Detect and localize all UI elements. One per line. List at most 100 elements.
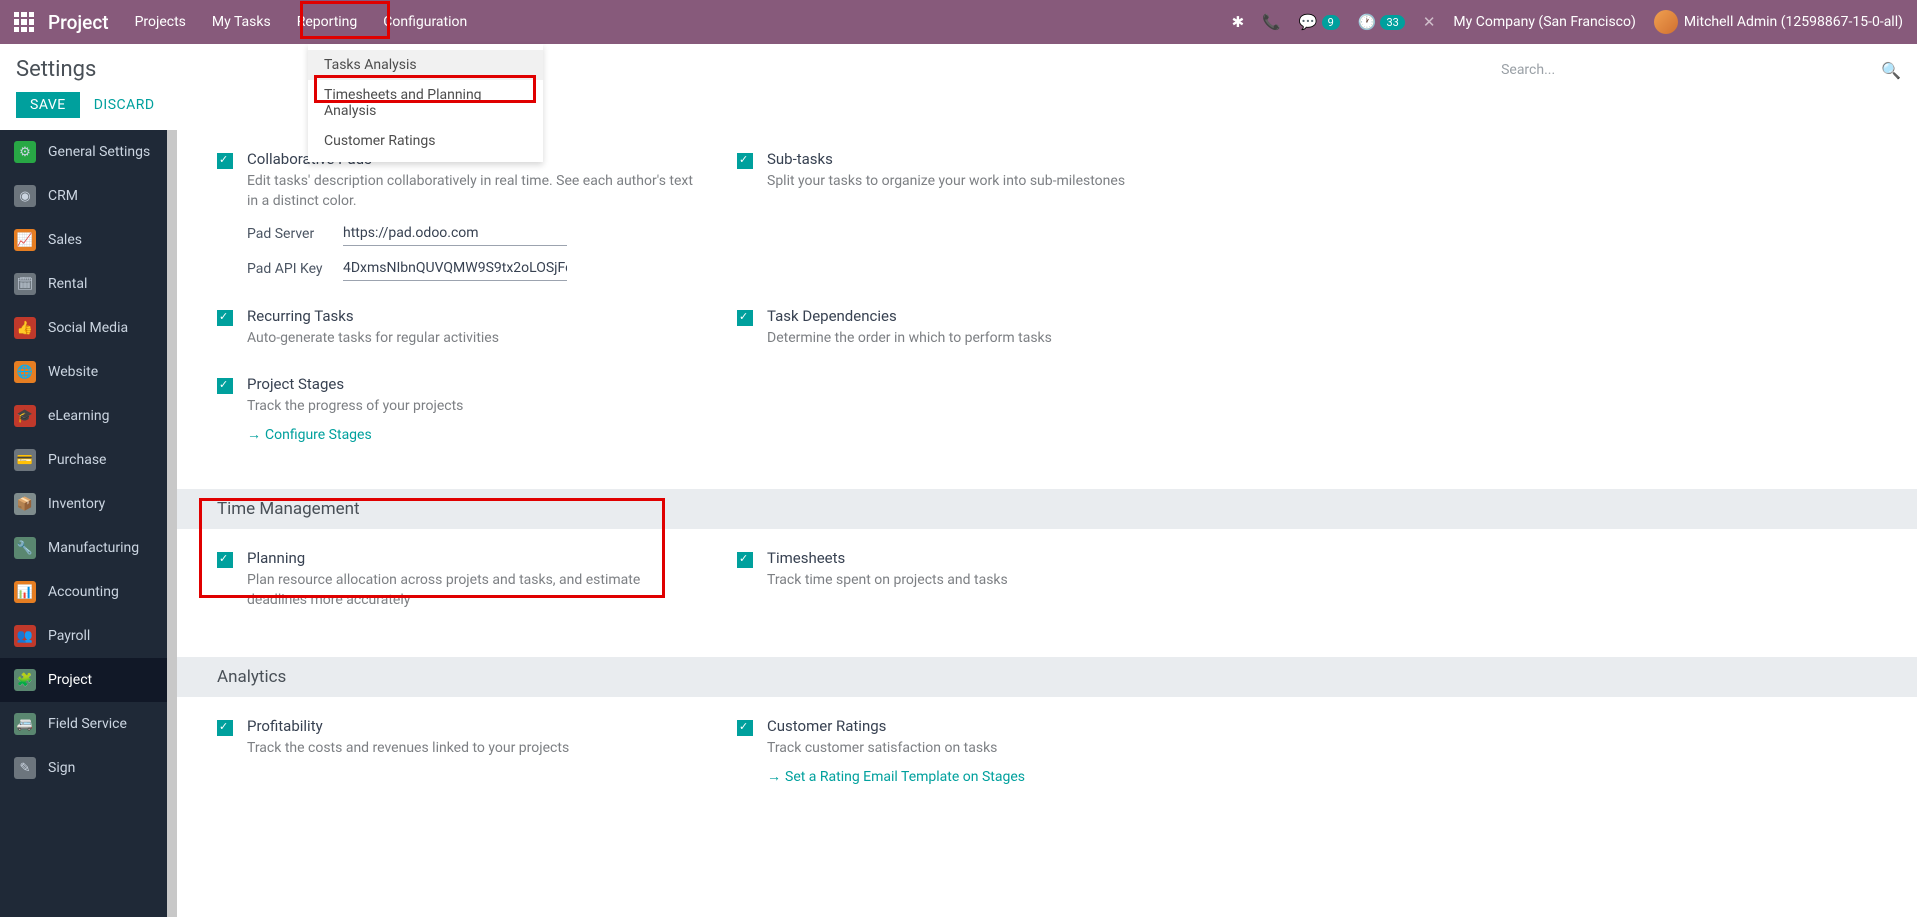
desc-recurring: Auto-generate tasks for regular activiti… [247,329,697,349]
desc-stages: Track the progress of your projects [247,397,697,417]
desc-profitability: Track the costs and revenues linked to y… [247,739,697,759]
sidebar-icon: 🗓 [14,273,36,295]
settings-sidebar: ⚙General Settings ◉ CRM 📈Sales🗓Rental 👍 Socia… [0,130,177,917]
checkbox-subtasks[interactable] [737,153,753,169]
setting-planning: Planning Plan resource allocation across… [217,549,697,610]
sidebar-item-label: CRM [48,188,78,204]
sidebar-item-crm[interactable]: ◉ CRM [0,174,177,218]
sidebar-item-general-settings[interactable]: ⚙General Settings [0,130,177,174]
arrow-icon: → [247,426,261,443]
sidebar-icon: 🧩 [14,669,36,691]
sidebar-icon: ✎ [14,757,36,779]
input-pad-api[interactable] [343,256,567,281]
setting-collaborative-pads: Collaborative Pads Edit tasks' descripti… [217,150,697,281]
sidebar-icon: 👥 [14,625,36,647]
label-planning: Planning [247,549,697,567]
arrow-icon: → [767,768,781,785]
activity-icon[interactable]: 🕐33 [1358,13,1405,31]
activity-badge: 33 [1380,15,1404,30]
desc-task-deps: Determine the order in which to perform … [767,329,1217,349]
sidebar-item-payroll[interactable]: 👥Payroll [0,614,177,658]
label-profitability: Profitability [247,717,697,735]
close-icon[interactable]: ✕ [1423,13,1436,31]
sidebar-icon: ◉ [14,185,36,207]
desc-collaborative-pads: Edit tasks' description collaboratively … [247,172,697,211]
checkbox-planning[interactable] [217,552,233,568]
content-wrap: ⚙General Settings ◉ CRM 📈Sales🗓Rental 👍 Socia… [0,130,1917,917]
sidebar-item-manufacturing[interactable]: 🔧Manufacturing [0,526,177,570]
label-recurring: Recurring Tasks [247,307,697,325]
nav-reporting[interactable]: Reporting [297,14,358,30]
label-stages: Project Stages [247,375,697,393]
search-box: 🔍 [1501,58,1901,83]
sidebar-item-rental[interactable]: 🗓Rental [0,262,177,306]
sidebar-item-sales[interactable]: 📈Sales [0,218,177,262]
label-ratings: Customer Ratings [767,717,1217,735]
checkbox-profitability[interactable] [217,720,233,736]
chat-icon[interactable]: 💬9 [1299,13,1340,31]
nav-configuration[interactable]: Configuration [383,14,467,30]
checkbox-stages[interactable] [217,378,233,394]
section-analytics: Analytics [177,657,1917,697]
sidebar-item-label: Field Service [48,716,127,732]
company-selector[interactable]: My Company (San Francisco) [1453,14,1635,30]
label-timesheets: Timesheets [767,549,1217,567]
sidebar-item-project[interactable]: 🧩 Project [0,658,177,702]
checkbox-task-deps[interactable] [737,310,753,326]
checkbox-collaborative-pads[interactable] [217,153,233,169]
sidebar-item-label: General Settings [48,144,150,160]
discard-button[interactable]: DISCARD [94,97,155,113]
setting-timesheets: Timesheets Track time spent on projects … [737,549,1217,610]
dropdown-customer-ratings[interactable]: Customer Ratings [308,126,543,156]
sidebar-item-elearning[interactable]: 🎓 eLearning [0,394,177,438]
checkbox-timesheets[interactable] [737,552,753,568]
nav-projects[interactable]: Projects [135,14,186,30]
sidebar-icon: 🔧 [14,537,36,559]
sidebar-icon: 🌐 [14,361,36,383]
link-configure-stages[interactable]: →Configure Stages [247,426,372,443]
checkbox-recurring[interactable] [217,310,233,326]
desc-subtasks: Split your tasks to organize your work i… [767,172,1217,192]
phone-icon[interactable]: 📞 [1262,13,1281,31]
sidebar-item-inventory[interactable]: 📦Inventory [0,482,177,526]
brand[interactable]: Project [48,11,109,34]
dropdown-tasks-analysis[interactable]: Tasks Analysis [308,50,543,80]
checkbox-ratings[interactable] [737,720,753,736]
desc-timesheets: Track time spent on projects and tasks [767,571,1217,591]
sidebar-item-website[interactable]: 🌐Website [0,350,177,394]
subheader: Settings SAVE DISCARD 🔍 [0,44,1917,130]
sidebar-item-purchase[interactable]: 💳Purchase [0,438,177,482]
link-rating-template[interactable]: →Set a Rating Email Template on Stages [767,768,1025,785]
sidebar-item-label: Social Media [48,320,128,336]
action-row: SAVE DISCARD [16,92,1901,118]
apps-icon[interactable] [14,12,34,32]
label-subtasks: Sub-tasks [767,150,1217,168]
sidebar-icon: 👍 [14,317,36,339]
debug-icon[interactable]: ✱ [1232,13,1245,31]
search-input[interactable] [1501,58,1881,83]
user-menu[interactable]: Mitchell Admin (12598867-15-0-all) [1654,10,1903,34]
dropdown-timesheets-planning[interactable]: Timesheets and Planning Analysis [308,80,543,126]
sidebar-icon: 📦 [14,493,36,515]
sidebar-item-label: eLearning [48,408,109,424]
sidebar-item-label: Project [48,672,92,688]
nav-my-tasks[interactable]: My Tasks [212,14,271,30]
sidebar-icon: 💳 [14,449,36,471]
top-nav: Project Projects My Tasks Reporting Conf… [0,0,1917,44]
desc-ratings: Track customer satisfaction on tasks [767,739,1217,759]
input-pad-server[interactable] [343,221,567,246]
avatar [1654,10,1678,34]
sidebar-item-social-media[interactable]: 👍 Social Media [0,306,177,350]
sidebar-icon: 🎓 [14,405,36,427]
settings-main[interactable]: Collaborative Pads Edit tasks' descripti… [177,130,1917,917]
sidebar-item-sign[interactable]: ✎ Sign [0,746,177,790]
sidebar-item-label: Sign [48,760,75,776]
sidebar-item-accounting[interactable]: 📊Accounting [0,570,177,614]
sidebar-item-field-service[interactable]: 🚐Field Service [0,702,177,746]
save-button[interactable]: SAVE [16,92,80,118]
sidebar-item-label: Accounting [48,584,119,600]
search-icon[interactable]: 🔍 [1881,61,1901,80]
nav-menu: Projects My Tasks Reporting Configuratio… [135,0,468,44]
desc-planning: Plan resource allocation across projets … [247,571,697,610]
sidebar-icon: 📈 [14,229,36,251]
